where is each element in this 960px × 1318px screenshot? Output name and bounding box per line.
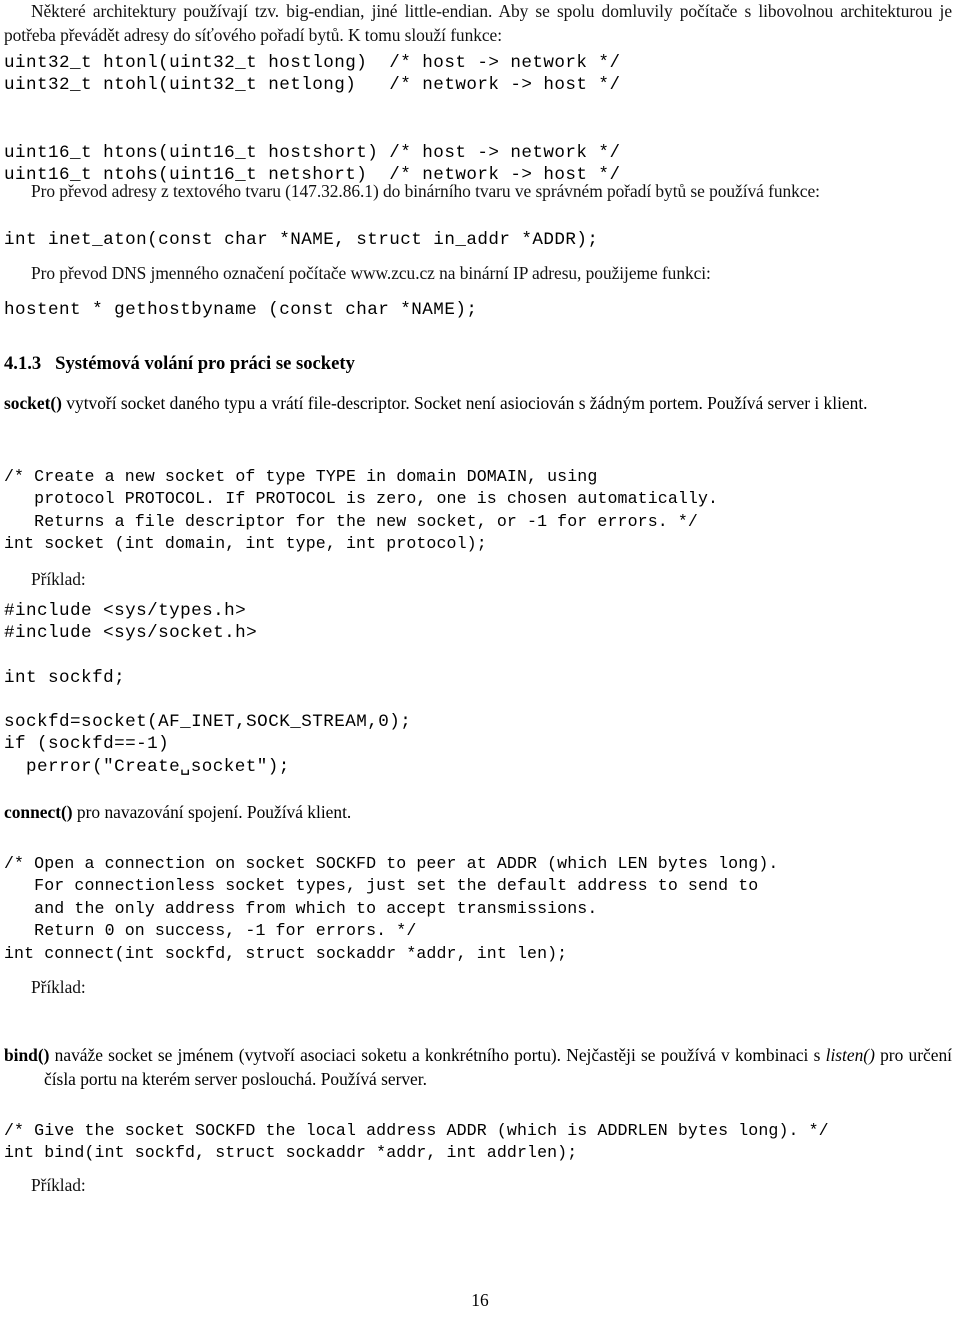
intro-paragraph-block: Některé architektury používají tzv. big-… <box>4 0 952 47</box>
section-heading-block: 4.1.3 Systémová volání pro práci se sock… <box>4 352 952 376</box>
gethostbyname-code-block: hostent * gethostbyname (const char *NAM… <box>4 299 952 321</box>
connect-declaration-block: /* Open a connection on socket SOCKFD to… <box>4 853 952 965</box>
connect-function-name: connect() <box>4 802 73 822</box>
connect-description-block: connect() pro navazování spojení. Použív… <box>4 801 952 825</box>
example-label-3: Příklad: <box>31 1175 86 1195</box>
socket-description: socket() vytvoří socket daného typu a vr… <box>4 392 952 416</box>
inet-aton-intro-paragraph: Pro převod adresy z textového tvaru (147… <box>31 181 820 201</box>
intro-paragraph: Některé architektury používají tzv. big-… <box>4 1 952 45</box>
byte-order-code: uint32_t htonl(uint32_t hostlong) /* hos… <box>4 53 621 186</box>
socket-description-block: socket() vytvoří socket daného typu a vr… <box>4 392 952 416</box>
bind-function-name: bind() <box>4 1045 50 1065</box>
section-title: Systémová volání pro práci se sockety <box>55 353 355 374</box>
bind-description: bind() naváže socket se jménem (vytvoří … <box>4 1044 952 1091</box>
socket-example-includes-block: #include <sys/types.h> #include <sys/soc… <box>4 600 952 645</box>
listen-function-name: listen() <box>825 1045 875 1065</box>
socket-example-body-part-b: socket"); <box>190 756 290 777</box>
example-label-1-block: Příklad: <box>4 568 952 592</box>
socket-function-name: socket() <box>4 393 62 413</box>
example-label-1: Příklad: <box>31 569 86 589</box>
bind-declaration-code: /* Give the socket SOCKFD the local addr… <box>4 1121 829 1163</box>
bind-description-text-a: naváže socket se jménem (vytvoří asociac… <box>49 1045 826 1065</box>
gethostbyname-code: hostent * gethostbyname (const char *NAM… <box>4 300 478 320</box>
socket-description-text: vytvoří socket daného typu a vrátí file-… <box>61 393 868 413</box>
socket-example-body-block: sockfd=socket(AF_INET,SOCK_STREAM,0); if… <box>4 711 952 779</box>
inet-aton-code: int inet_aton(const char *NAME, struct i… <box>4 230 599 250</box>
example-label-3-block: Příklad: <box>4 1174 952 1198</box>
socket-example-decl-code: int sockfd; <box>4 668 126 688</box>
socket-example-body-code: sockfd=socket(AF_INET,SOCK_STREAM,0); if… <box>4 711 952 779</box>
gethostbyname-intro-block: Pro převod DNS jmenného označení počítač… <box>4 262 952 286</box>
bind-description-block: bind() naváže socket se jménem (vytvoří … <box>4 1044 952 1091</box>
socket-declaration-block: /* Create a new socket of type TYPE in d… <box>4 466 952 556</box>
example-label-2: Příklad: <box>31 977 86 997</box>
bind-declaration-block: /* Give the socket SOCKFD the local addr… <box>4 1120 952 1165</box>
socket-declaration-code: /* Create a new socket of type TYPE in d… <box>4 467 719 554</box>
socket-example-decl-block: int sockfd; <box>4 667 952 689</box>
visible-space-icon <box>180 756 191 779</box>
socket-example-includes-code: #include <sys/types.h> #include <sys/soc… <box>4 601 258 644</box>
connect-description-text: pro navazování spojení. Používá klient. <box>72 802 352 822</box>
connect-declaration-code: /* Open a connection on socket SOCKFD to… <box>4 854 779 963</box>
inet-aton-intro-block: Pro převod adresy z textového tvaru (147… <box>4 180 952 204</box>
page-number: 16 <box>471 1290 489 1310</box>
section-heading-gap <box>41 353 55 374</box>
gethostbyname-intro-paragraph: Pro převod DNS jmenného označení počítač… <box>31 263 711 283</box>
inet-aton-code-block: int inet_aton(const char *NAME, struct i… <box>4 229 952 251</box>
connect-description: connect() pro navazování spojení. Použív… <box>4 801 952 825</box>
example-label-2-block: Příklad: <box>4 976 952 1000</box>
section-heading: 4.1.3 Systémová volání pro práci se sock… <box>4 352 952 376</box>
section-number: 4.1.3 <box>4 353 42 374</box>
byte-order-code-block: uint32_t htonl(uint32_t hostlong) /* hos… <box>4 52 952 186</box>
document-page: Některé architektury používají tzv. big-… <box>0 0 960 1318</box>
